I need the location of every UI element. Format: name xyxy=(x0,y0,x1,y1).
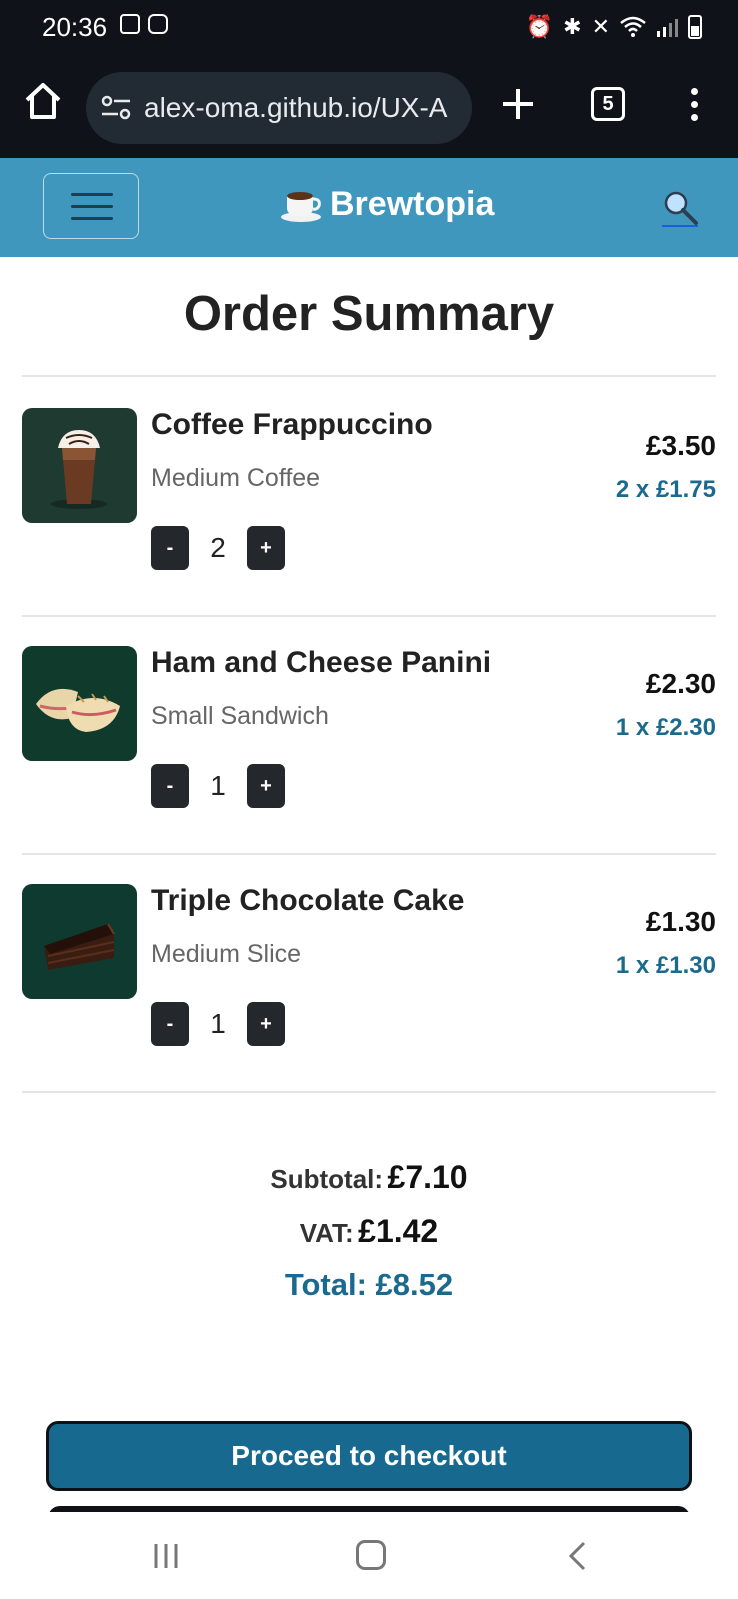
order-item: Coffee Frappuccino Medium Coffee - 2 + £… xyxy=(22,408,716,608)
checkout-button[interactable]: Proceed to checkout xyxy=(46,1421,692,1491)
instagram-icon xyxy=(148,14,168,34)
increase-quantity-button[interactable]: + xyxy=(247,1002,285,1046)
back-icon[interactable] xyxy=(566,1540,590,1572)
panini-image xyxy=(36,688,120,732)
vat-row: VAT: £1.42 xyxy=(0,1204,738,1258)
quantity-value: 1 xyxy=(210,1008,226,1039)
order-item: Triple Chocolate Cake Medium Slice - 1 +… xyxy=(22,884,716,1084)
subtotal-row: Subtotal: £7.10 xyxy=(0,1150,738,1204)
app-navbar: Brewtopia xyxy=(0,158,738,257)
quantity-value: 2 xyxy=(210,532,226,563)
item-image xyxy=(22,646,137,761)
item-description: Small Sandwich xyxy=(151,702,329,730)
brand-name: Brewtopia xyxy=(330,184,495,223)
browser-toolbar: alex-oma.github.io/UX-A 5 xyxy=(0,58,738,158)
frappuccino-image xyxy=(51,430,107,509)
total-value: Total: £8.52 xyxy=(284,1267,454,1302)
divider xyxy=(22,1091,716,1093)
wifi-icon xyxy=(620,16,646,37)
gallery-icon xyxy=(120,14,140,34)
recent-apps-icon[interactable] xyxy=(152,1542,180,1570)
item-name: Triple Chocolate Cake xyxy=(151,884,465,917)
battery-icon xyxy=(688,15,702,39)
coffee-cup-icon xyxy=(281,192,321,222)
vat-value: £1.42 xyxy=(358,1213,439,1249)
total-row: Total: £8.52 xyxy=(0,1258,738,1312)
item-unit-price: 1 x £1.30 xyxy=(615,952,716,979)
item-description: Medium Slice xyxy=(151,940,302,968)
quantity-stepper: - 1 + xyxy=(151,1002,285,1046)
system-navigation-bar xyxy=(0,1512,738,1599)
item-unit-price: 1 x £2.30 xyxy=(615,714,716,741)
divider xyxy=(22,615,716,617)
chocolate-cake-image xyxy=(44,923,115,970)
search-icon[interactable] xyxy=(660,188,700,228)
address-bar[interactable]: alex-oma.github.io/UX-A xyxy=(86,72,472,144)
tab-switcher-button[interactable]: 5 xyxy=(591,87,625,121)
increase-quantity-button[interactable]: + xyxy=(247,526,285,570)
divider xyxy=(22,853,716,855)
order-totals: Subtotal: £7.10 VAT: £1.42 Total: £8.52 xyxy=(0,1150,738,1312)
item-total-price: £2.30 xyxy=(645,668,716,699)
home-nav-icon[interactable] xyxy=(356,1540,386,1570)
decrease-quantity-button[interactable]: - xyxy=(151,764,189,808)
subtotal-value: £7.10 xyxy=(387,1159,468,1195)
item-image xyxy=(22,884,137,999)
item-name: Coffee Frappuccino xyxy=(151,408,433,441)
increase-quantity-button[interactable]: + xyxy=(247,764,285,808)
item-description: Medium Coffee xyxy=(151,464,321,492)
quantity-value: 1 xyxy=(210,770,226,801)
alarm-icon: ⏰ xyxy=(525,14,554,39)
bluetooth-icon: ✱ xyxy=(563,14,582,39)
status-bar: 20:36 ⏰ ✱ ✕ xyxy=(0,0,738,58)
menu-toggle-button[interactable] xyxy=(43,173,139,239)
subtotal-label: Subtotal: xyxy=(270,1164,384,1194)
brand[interactable]: Brewtopia xyxy=(280,184,494,224)
item-name: Ham and Cheese Panini xyxy=(151,646,492,679)
item-image xyxy=(22,408,137,523)
site-settings-icon[interactable] xyxy=(100,94,132,122)
item-unit-price: 2 x £1.75 xyxy=(615,476,716,503)
url-text[interactable]: alex-oma.github.io/UX-A xyxy=(144,92,464,124)
home-icon[interactable] xyxy=(22,80,64,122)
new-tab-icon[interactable] xyxy=(500,86,536,122)
status-time: 20:36 xyxy=(42,12,108,42)
quantity-stepper: - 1 + xyxy=(151,764,285,808)
signal-icon xyxy=(657,19,678,37)
page-title: Order Summary xyxy=(183,287,555,341)
more-menu-icon[interactable] xyxy=(688,88,700,124)
item-total-price: £1.30 xyxy=(645,906,716,937)
order-item: Ham and Cheese Panini Small Sandwich - 1… xyxy=(22,646,716,846)
divider xyxy=(22,375,716,377)
mute-icon: ✕ xyxy=(591,14,610,39)
quantity-stepper: - 2 + xyxy=(151,526,285,570)
item-total-price: £3.50 xyxy=(645,430,716,461)
decrease-quantity-button[interactable]: - xyxy=(151,526,189,570)
vat-label: VAT: xyxy=(299,1218,354,1248)
decrease-quantity-button[interactable]: - xyxy=(151,1002,189,1046)
